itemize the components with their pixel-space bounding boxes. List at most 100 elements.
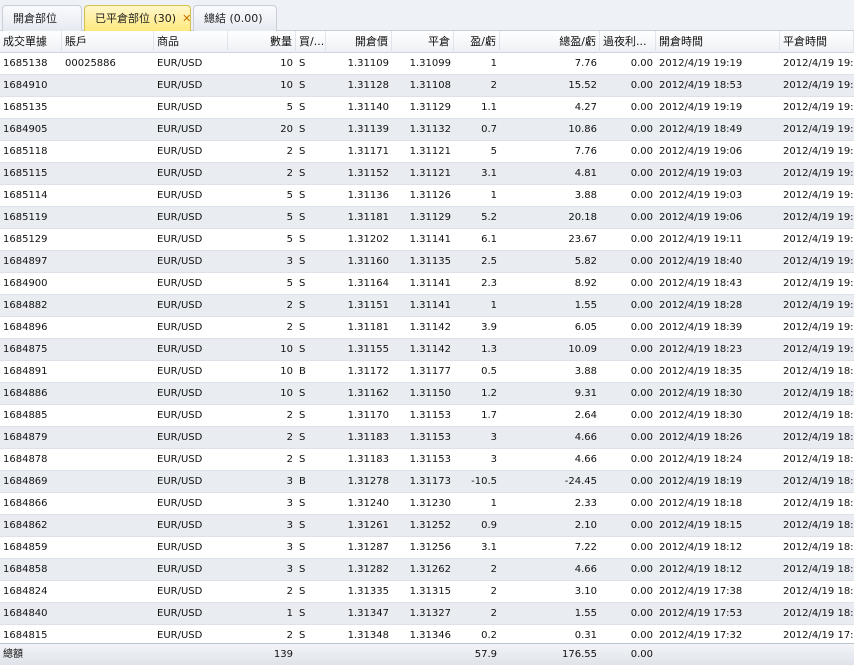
cell-close-price: 1.31129 (409, 102, 451, 113)
cell-total-pl: 3.10 (574, 586, 597, 597)
cell-quantity: 5 (286, 212, 293, 223)
cell-swap: 0.00 (630, 586, 653, 597)
cell-swap: 0.00 (630, 58, 653, 69)
cell-close-time: 2012/4/19 18:11 (783, 586, 854, 597)
table-row[interactable]: 1685135 EUR/USD 5 S 1.31140 1.31129 1.1 4.27 0.0… (0, 97, 854, 119)
cell-side: S (299, 212, 306, 223)
cell-total-pl: 10.09 (568, 344, 597, 355)
col-header-quantity[interactable]: 數量 (228, 31, 296, 53)
table-row[interactable]: 1685114 EUR/USD 5 S 1.31136 1.31126 1 3.88 0.00 2… (0, 185, 854, 207)
cell-ticket: 1684879 (3, 432, 48, 443)
table-row[interactable]: 1684840 EUR/USD 1 S 1.31347 1.31327 2 1.55 0.00 2… (0, 603, 854, 625)
cell-swap: 0.00 (630, 542, 653, 553)
cell-ticket: 1684882 (3, 300, 48, 311)
cell-account (62, 581, 154, 603)
cell-account (62, 273, 154, 295)
cell-side: S (299, 586, 306, 597)
table-row[interactable]: 1685129 EUR/USD 5 S 1.31202 1.31141 6.1 23.67 0.… (0, 229, 854, 251)
col-header-open-price[interactable]: 開倉價 (326, 31, 392, 53)
footer-total-pl: 176.55 (562, 649, 597, 660)
table-row[interactable]: 1684878 EUR/USD 2 S 1.31183 1.31153 3 4.66 0.00 2… (0, 449, 854, 471)
cell-pips: 5 (490, 146, 497, 157)
cell-close-price: 1.31141 (409, 234, 451, 245)
tab-closed-positions[interactable]: 已平倉部位 (30) ✕ (84, 5, 191, 32)
cell-close-price: 1.31141 (409, 278, 451, 289)
table-row[interactable]: 1684879 EUR/USD 2 S 1.31183 1.31153 3 4.66 0.00 2… (0, 427, 854, 449)
table-row[interactable]: 1685138 00025886 EUR/USD 10 S 1.31109 1.31099 1… (0, 53, 854, 75)
cell-total-pl: 1.55 (574, 300, 597, 311)
cell-ticket: 1685129 (3, 234, 48, 245)
cell-close-price: 1.31135 (409, 256, 451, 267)
table-row[interactable]: 1684896 EUR/USD 2 S 1.31181 1.31142 3.9 6.05 0.0… (0, 317, 854, 339)
cell-account (62, 251, 154, 273)
table-row[interactable]: 1684905 EUR/USD 20 S 1.31139 1.31132 0.7 10.86 0… (0, 119, 854, 141)
cell-total-pl: 23.67 (568, 234, 597, 245)
tab-summary[interactable]: 總結 (0.00) (193, 5, 277, 31)
cell-account (62, 75, 154, 97)
cell-side: S (299, 542, 306, 553)
cell-quantity: 10 (280, 80, 293, 91)
cell-ticket: 1684859 (3, 542, 48, 553)
table-row[interactable]: 1685115 EUR/USD 2 S 1.31152 1.31121 3.1 4.81 0.0… (0, 163, 854, 185)
cell-swap: 0.00 (630, 322, 653, 333)
cell-swap: 0.00 (630, 344, 653, 355)
table-row[interactable]: 1684866 EUR/USD 3 S 1.31240 1.31230 1 2.33 0.00 2… (0, 493, 854, 515)
close-icon[interactable]: ✕ (182, 6, 191, 31)
cell-ticket: 1685114 (3, 190, 48, 201)
table-row[interactable]: 1684875 EUR/USD 10 S 1.31155 1.31142 1.3 10.09 0… (0, 339, 854, 361)
tab-open-positions[interactable]: 開倉部位 (2, 5, 82, 31)
col-header-side[interactable]: 買/... (296, 31, 326, 53)
table-row[interactable]: 1684900 EUR/USD 5 S 1.31164 1.31141 2.3 8.92 0.0… (0, 273, 854, 295)
cell-symbol: EUR/USD (157, 410, 203, 421)
cell-side: S (299, 432, 306, 443)
cell-account (62, 141, 154, 163)
cell-close-price: 1.31315 (409, 586, 451, 597)
table-row[interactable]: 1684886 EUR/USD 10 S 1.31162 1.31150 1.2 9.31 0.… (0, 383, 854, 405)
cell-pips: 3.1 (481, 168, 497, 179)
table-row[interactable]: 1685118 EUR/USD 2 S 1.31171 1.31121 5 7.76 0.00 2… (0, 141, 854, 163)
table-row[interactable]: 1684869 EUR/USD 3 B 1.31278 1.31173 -10.5 -24.4… (0, 471, 854, 493)
cell-close-price: 1.31099 (409, 58, 451, 69)
col-header-total-pl[interactable]: 總盈/虧 (500, 31, 600, 53)
cell-close-time: 2012/4/19 19:21 (783, 168, 854, 179)
cell-side: S (299, 300, 306, 311)
col-header-open-time[interactable]: 開倉時間 (656, 31, 780, 53)
cell-swap: 0.00 (630, 168, 653, 179)
col-header-account[interactable]: 賬戶 (62, 31, 154, 53)
cell-close-time: 2012/4/19 19:15 (783, 190, 854, 201)
col-header-close-time[interactable]: 平倉時間 (780, 31, 854, 53)
table-row[interactable]: 1685119 EUR/USD 5 S 1.31181 1.31129 5.2 20.18 0.… (0, 207, 854, 229)
table-row[interactable]: 1684910 EUR/USD 10 S 1.31128 1.31108 2 15.52 0.0… (0, 75, 854, 97)
cell-side: S (299, 322, 306, 333)
cell-account (62, 317, 154, 339)
cell-pips: 1.1 (481, 102, 497, 113)
cell-quantity: 2 (286, 410, 293, 421)
table-row[interactable]: 1684862 EUR/USD 3 S 1.31261 1.31252 0.9 2.10 0.0… (0, 515, 854, 537)
table-row[interactable]: 1684897 EUR/USD 3 S 1.31160 1.31135 2.5 5.82 0.0… (0, 251, 854, 273)
table-row[interactable]: 1684824 EUR/USD 2 S 1.31335 1.31315 2 3.10 0.00 2… (0, 581, 854, 603)
col-header-swap[interactable]: 過夜利... (600, 31, 656, 53)
cell-swap: 0.00 (630, 300, 653, 311)
cell-swap: 0.00 (630, 146, 653, 157)
cell-total-pl: 9.31 (574, 388, 597, 399)
cell-pips: 1 (490, 190, 497, 201)
cell-pips: 6.1 (481, 234, 497, 245)
cell-quantity: 3 (286, 256, 293, 267)
cell-total-pl: 6.05 (574, 322, 597, 333)
col-header-ticket[interactable]: 成交單據 (0, 31, 62, 53)
col-header-close-price[interactable]: 平倉 (392, 31, 454, 53)
cell-account (62, 185, 154, 207)
col-header-symbol[interactable]: 商品 (154, 31, 228, 53)
table-row[interactable]: 1684882 EUR/USD 2 S 1.31151 1.31141 1 1.55 0.00 2… (0, 295, 854, 317)
table-row[interactable]: 1684885 EUR/USD 2 S 1.31170 1.31153 1.7 2.64 0.0… (0, 405, 854, 427)
table-row[interactable]: 1684859 EUR/USD 3 S 1.31287 1.31256 3.1 7.22 0.0… (0, 537, 854, 559)
table-row[interactable]: 1684891 EUR/USD 10 B 1.31172 1.31177 0.5 3.88 0.… (0, 361, 854, 383)
cell-pips: 1 (490, 498, 497, 509)
table-row[interactable]: 1684858 EUR/USD 3 S 1.31282 1.31262 2 4.66 0.00 2… (0, 559, 854, 581)
cell-quantity: 5 (286, 102, 293, 113)
footer-total-pips: 57.9 (474, 649, 497, 660)
cell-swap: 0.00 (630, 80, 653, 91)
col-header-pips[interactable]: 盈/虧 (454, 31, 500, 53)
cell-account (62, 427, 154, 449)
cell-side: S (299, 388, 306, 399)
